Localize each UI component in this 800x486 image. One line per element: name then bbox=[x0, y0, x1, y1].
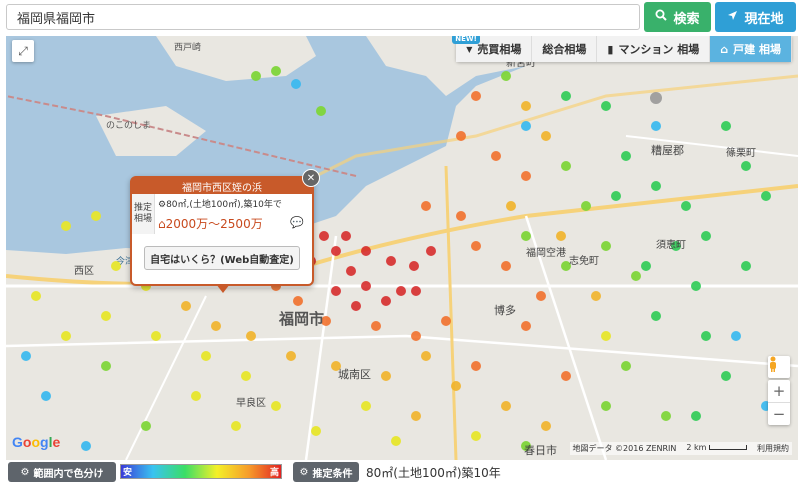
search-button-label: 検索 bbox=[673, 11, 700, 27]
zoom-control: + − bbox=[768, 380, 790, 425]
search-icon bbox=[655, 9, 668, 25]
colorize-range-button[interactable]: ⚙ 範囲内で色分け bbox=[8, 462, 116, 482]
map-label-fukuoka-city: 福岡市 bbox=[278, 310, 324, 328]
map-canvas: 福岡市 西区 城南区 博多 春日市 糟屋郡 志免町 須恵町 篠栗町 新宮町 早良… bbox=[6, 36, 798, 460]
price-color-legend: 安 高 bbox=[120, 464, 282, 479]
google-logo: Google bbox=[12, 434, 61, 450]
popup-label: 推定相場 bbox=[132, 194, 155, 234]
map-label-shime: 志免町 bbox=[569, 254, 599, 267]
map-label-kasuga: 春日市 bbox=[524, 443, 557, 457]
building-icon: ▮ bbox=[607, 42, 614, 56]
tab-overall[interactable]: 総合相場 bbox=[532, 36, 598, 62]
popup-tail bbox=[216, 284, 230, 293]
street-view-pegman[interactable] bbox=[768, 356, 790, 378]
home-icon: ⌂ bbox=[720, 42, 729, 56]
tab-label: 戸建 相場 bbox=[733, 43, 781, 56]
map-label-sasaguri: 篠栗町 bbox=[726, 146, 756, 159]
price-popup: 福岡市西区姪の浜 ✕ 推定相場 ⚙80㎡,(土地100㎡),築10年で ⌂200… bbox=[130, 169, 320, 293]
map-label-nokonoshima: のこのしま bbox=[106, 120, 151, 131]
legend-low-label: 安 bbox=[123, 468, 133, 478]
map-type-tabs: NEW! ▼ 売買相場 総合相場 ▮ マンション 相場 ⌂ 戸建 相場 bbox=[452, 36, 792, 62]
map-label-sue: 須恵町 bbox=[656, 238, 686, 251]
current-location-label: 現在地 bbox=[744, 11, 784, 27]
gear-icon: ⚙ bbox=[158, 200, 167, 210]
scale: 2 km bbox=[686, 443, 747, 454]
map-label-airport: 福岡空港 bbox=[526, 246, 566, 259]
zoom-out-button[interactable]: − bbox=[768, 403, 790, 425]
zoom-in-button[interactable]: + bbox=[768, 380, 790, 402]
appraisal-button[interactable]: 自宅はいくら？(Web自動査定) bbox=[144, 246, 300, 270]
tab-mansion[interactable]: ▮ マンション 相場 bbox=[597, 36, 711, 62]
fullscreen-button[interactable]: ⤢ bbox=[12, 40, 34, 62]
popup-condition-text: 80㎡,(土地100㎡),築10年で bbox=[166, 200, 282, 210]
new-badge: NEW! bbox=[452, 36, 480, 44]
terms-link[interactable]: 利用規約 bbox=[757, 443, 789, 454]
chevron-down-icon: ▼ bbox=[466, 44, 473, 54]
popup-condition: ⚙80㎡,(土地100㎡),築10年で bbox=[158, 197, 282, 210]
house-icon: ⌂ bbox=[158, 217, 166, 231]
condition-button[interactable]: ⚙ 推定条件 bbox=[293, 462, 359, 482]
search-button[interactable]: 検索 bbox=[644, 2, 711, 32]
gear-icon: ⚙ bbox=[299, 466, 309, 478]
condition-text: 80㎡(土地100㎡)築10年 bbox=[366, 466, 501, 480]
popup-price: ⌂2000万〜2500万 bbox=[158, 215, 263, 232]
popup-price-text: 2000万〜2500万 bbox=[165, 217, 263, 231]
map-label-hakata: 博多 bbox=[494, 303, 516, 317]
close-icon[interactable]: ✕ bbox=[302, 169, 320, 187]
map-label-jonan-ku: 城南区 bbox=[338, 368, 371, 381]
attribution-text: 地図データ ©2016 ZENRIN bbox=[572, 444, 677, 453]
tab-sale[interactable]: NEW! ▼ 売買相場 bbox=[452, 36, 533, 62]
popup-title: 福岡市西区姪の浜 bbox=[132, 178, 312, 194]
condition-button-label: 推定条件 bbox=[312, 468, 353, 480]
gear-icon: ⚙ bbox=[20, 466, 30, 478]
tab-label: 総合相場 bbox=[542, 43, 587, 56]
map-label-sawara: 早良区 bbox=[236, 396, 266, 409]
colorize-label: 範囲内で色分け bbox=[33, 468, 104, 480]
map-attribution: 地図データ ©2016 ZENRIN 2 km 利用規約 bbox=[569, 442, 792, 455]
map[interactable]: 福岡市 西区 城南区 博多 春日市 糟屋郡 志免町 須恵町 篠栗町 新宮町 早良… bbox=[6, 36, 798, 460]
location-arrow-icon bbox=[727, 10, 738, 25]
tab-label: マンション 相場 bbox=[618, 43, 700, 56]
tab-house[interactable]: ⌂ 戸建 相場 bbox=[710, 36, 792, 62]
bottom-bar: ⚙ 範囲内で色分け 安 高 ⚙ 推定条件 80㎡(土地100㎡)築10年 bbox=[0, 460, 800, 486]
top-bar: 検索 現在地 bbox=[0, 0, 800, 36]
expand-icon: ⤢ bbox=[18, 43, 28, 58]
legend-high-label: 高 bbox=[269, 468, 279, 478]
pegman-icon bbox=[770, 356, 776, 372]
current-location-button[interactable]: 現在地 bbox=[715, 2, 796, 32]
map-label-shikanoshima: 西戸崎 bbox=[174, 41, 201, 53]
tab-label: 売買相場 bbox=[477, 43, 522, 56]
map-label-kasuya: 糟屋郡 bbox=[651, 143, 684, 157]
map-label-nishi-ku: 西区 bbox=[74, 265, 94, 277]
search-input[interactable] bbox=[6, 4, 640, 30]
speech-balloon-icon[interactable]: 💬 bbox=[290, 216, 304, 229]
